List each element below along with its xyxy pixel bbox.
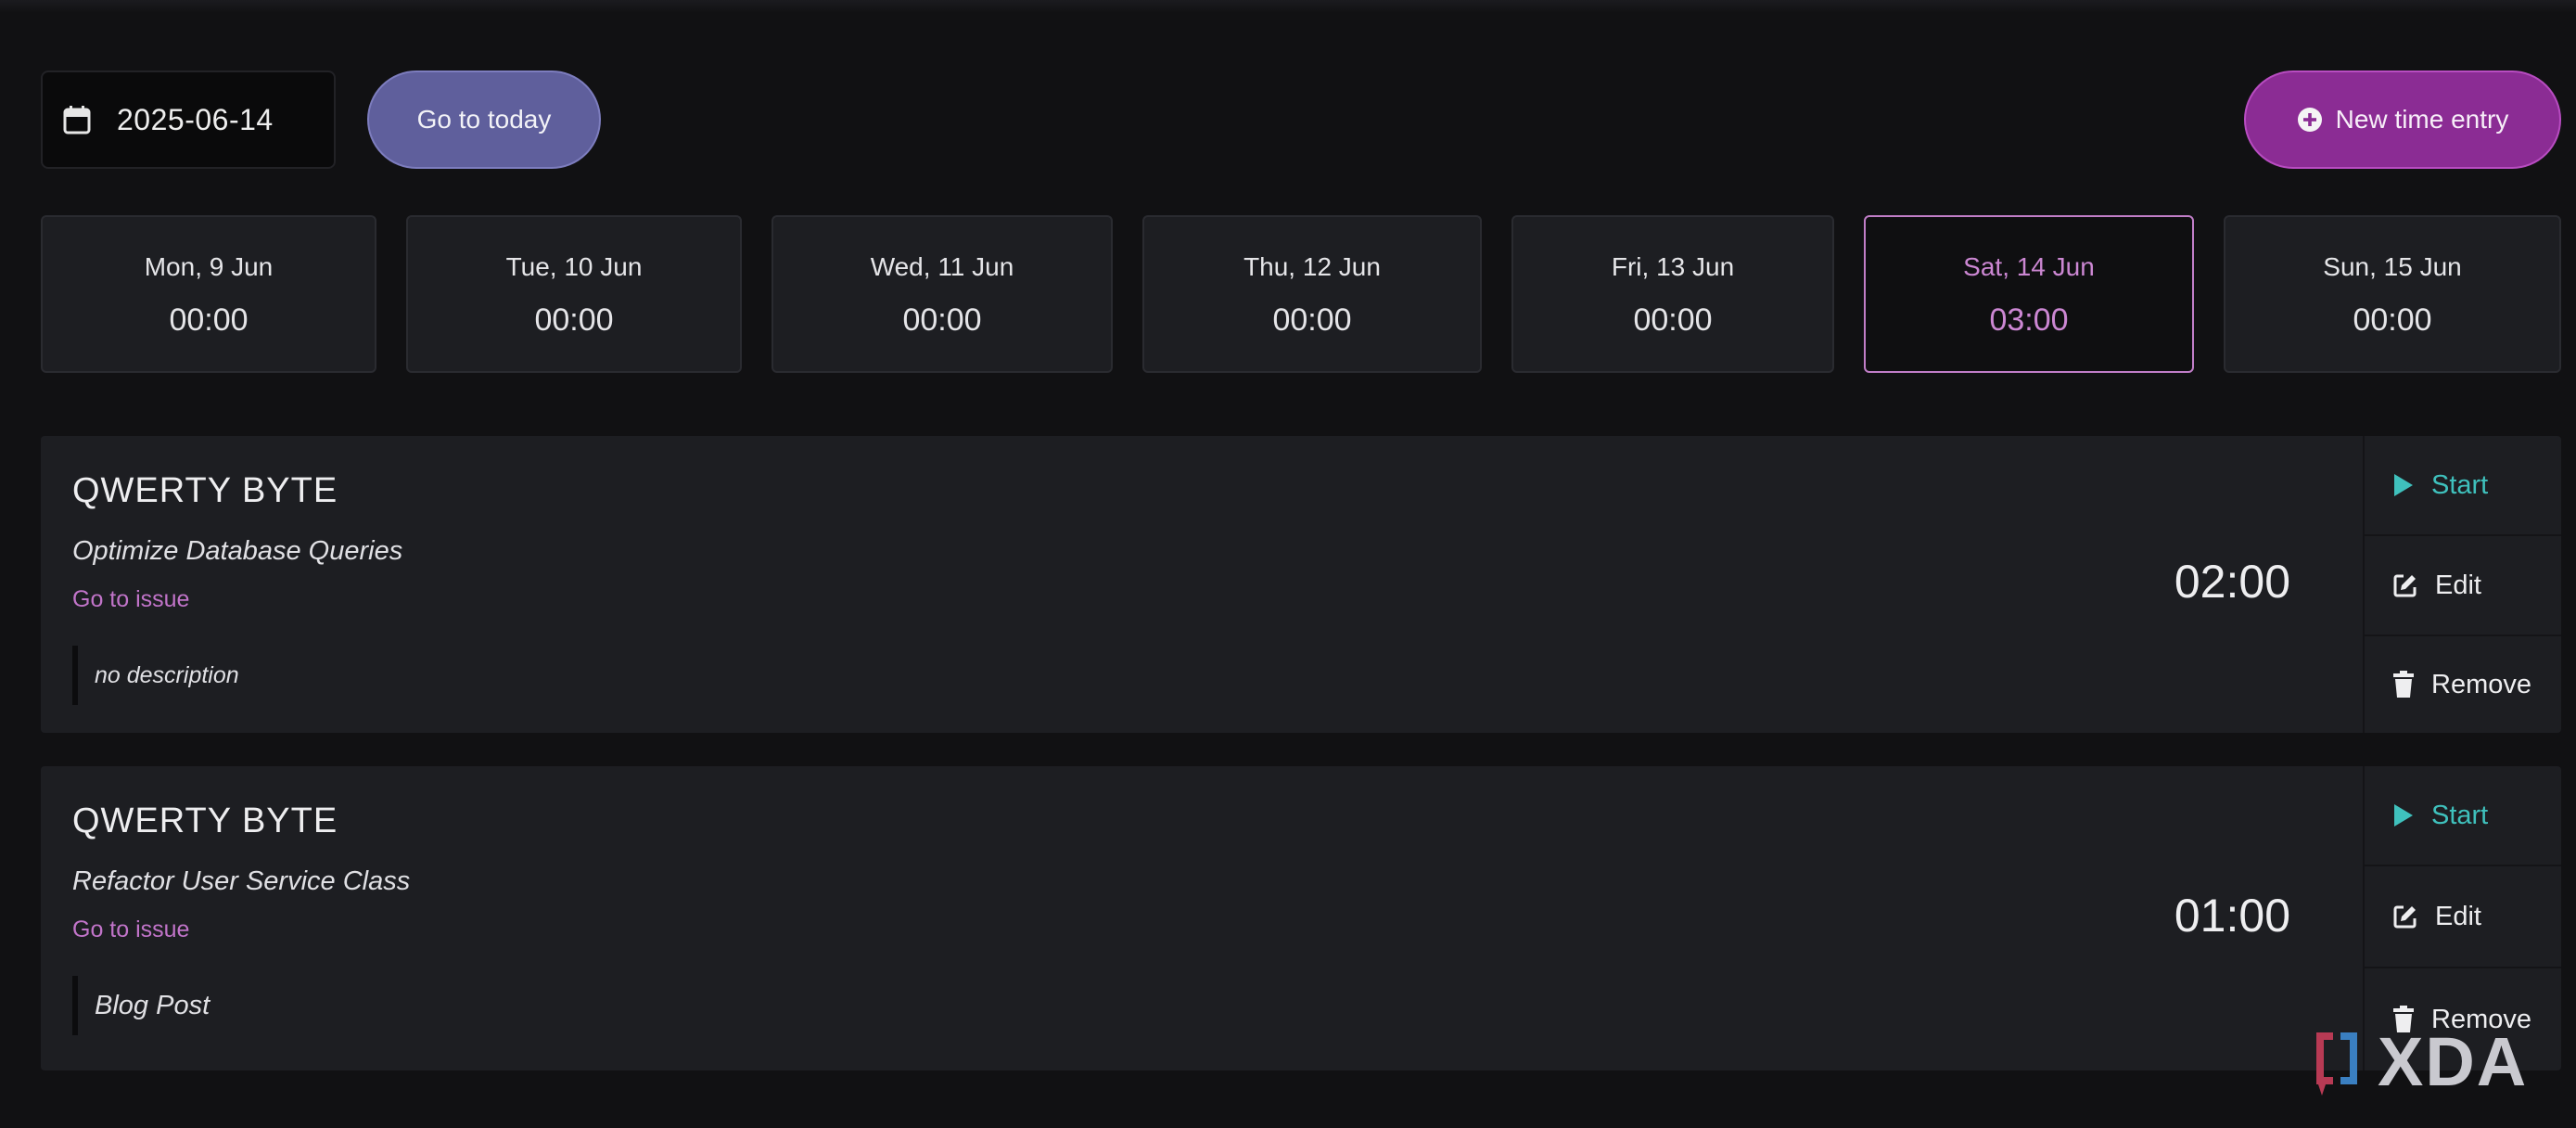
- day-label: Sat, 14 Jun: [1963, 252, 2095, 281]
- entry-project: QWERTY BYTE: [72, 471, 338, 510]
- remove-label: Remove: [2431, 669, 2531, 699]
- top-shadow: [0, 0, 2576, 13]
- day-total: 00:00: [1272, 302, 1352, 338]
- xda-watermark: XDA: [2313, 1024, 2554, 1100]
- date-picker[interactable]: 2025-06-14: [41, 70, 336, 169]
- start-button[interactable]: Start: [2365, 436, 2561, 536]
- entry-description: Blog Post: [72, 976, 210, 1035]
- day-label: Wed, 11 Jun: [870, 252, 1014, 281]
- day-tab-thu[interactable]: Thu, 12 Jun 00:00: [1142, 215, 1482, 373]
- edit-label: Edit: [2435, 570, 2481, 600]
- xda-logo-icon: [2316, 1032, 2357, 1096]
- day-total: 00:00: [902, 302, 982, 338]
- watermark-text: XDA: [2378, 1023, 2529, 1100]
- play-icon: [2394, 474, 2413, 496]
- new-time-entry-label: New time entry: [2335, 105, 2509, 134]
- edit-icon: [2393, 905, 2417, 929]
- entry-task: Refactor User Service Class: [72, 866, 411, 896]
- day-total: 00:00: [2353, 302, 2432, 338]
- day-tab-wed[interactable]: Wed, 11 Jun 00:00: [772, 215, 1113, 373]
- edit-button[interactable]: Edit: [2365, 866, 2561, 968]
- go-to-today-button[interactable]: Go to today: [367, 70, 601, 169]
- plus-circle-icon: [2297, 108, 2322, 132]
- day-tab-tue[interactable]: Tue, 10 Jun 00:00: [406, 215, 742, 373]
- date-value: 2025-06-14: [117, 102, 274, 136]
- time-entry-card: QWERTY BYTE Optimize Database Queries Go…: [41, 436, 2561, 733]
- entry-description: no description: [72, 646, 239, 705]
- day-tab-fri[interactable]: Fri, 13 Jun 00:00: [1511, 215, 1834, 373]
- day-label: Tue, 10 Jun: [505, 252, 643, 281]
- day-label: Mon, 9 Jun: [144, 252, 274, 281]
- day-label: Sun, 15 Jun: [2323, 252, 2462, 281]
- day-tab-mon[interactable]: Mon, 9 Jun 00:00: [41, 215, 376, 373]
- entry-project: QWERTY BYTE: [72, 801, 338, 840]
- start-label: Start: [2431, 800, 2489, 830]
- day-total: 00:00: [1633, 302, 1713, 338]
- new-time-entry-button[interactable]: New time entry: [2244, 70, 2561, 169]
- day-tab-sat[interactable]: Sat, 14 Jun 03:00: [1864, 215, 2194, 373]
- edit-button[interactable]: Edit: [2365, 536, 2561, 636]
- start-button[interactable]: Start: [2365, 766, 2561, 866]
- time-entry-card: QWERTY BYTE Refactor User Service Class …: [41, 766, 2561, 1070]
- remove-button[interactable]: Remove: [2365, 636, 2561, 733]
- entry-actions: Start Edit Remove: [2363, 436, 2561, 733]
- go-to-issue-link[interactable]: Go to issue: [72, 916, 189, 943]
- day-total: 00:00: [534, 302, 614, 338]
- entry-duration: 01:00: [2174, 890, 2290, 942]
- edit-label: Edit: [2435, 901, 2481, 931]
- day-label: Fri, 13 Jun: [1611, 252, 1735, 281]
- start-label: Start: [2431, 469, 2489, 500]
- day-tab-sun[interactable]: Sun, 15 Jun 00:00: [2224, 215, 2561, 373]
- day-label: Thu, 12 Jun: [1243, 252, 1381, 281]
- edit-icon: [2393, 574, 2417, 597]
- go-to-issue-link[interactable]: Go to issue: [72, 586, 189, 613]
- trash-icon: [2393, 671, 2414, 698]
- day-total: 00:00: [169, 302, 249, 338]
- play-icon: [2394, 804, 2413, 827]
- calendar-icon: [63, 106, 91, 135]
- day-total: 03:00: [1989, 302, 2069, 338]
- entry-task: Optimize Database Queries: [72, 536, 403, 566]
- entry-duration: 02:00: [2174, 556, 2290, 608]
